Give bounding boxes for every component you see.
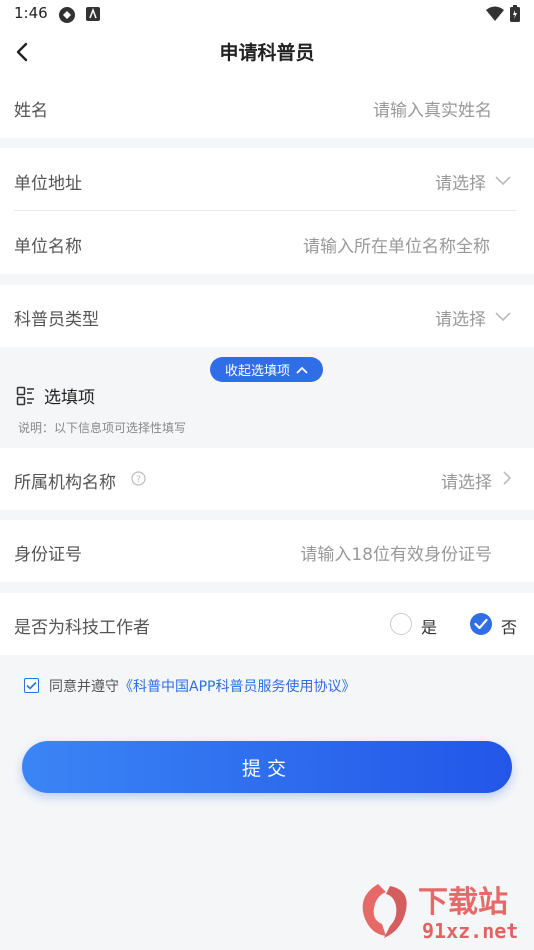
divider <box>14 210 516 211</box>
text-notification-icon <box>86 6 100 25</box>
staff-type-select[interactable]: 请选择 <box>435 305 486 330</box>
id-number-row[interactable]: 身份证号 请输入18位有效身份证号 <box>0 520 534 582</box>
optional-note: 说明：以下信息项可选择性填写 <box>18 421 187 435</box>
app-bar: 申请科普员 <box>0 28 534 76</box>
org-name-select[interactable]: 请选择 <box>441 468 492 493</box>
org-name-row[interactable]: 所属机构名称 ? 请选择 <box>0 448 534 510</box>
unit-section: 单位地址 请选择 单位名称 请输入所在单位名称全称 <box>0 148 534 274</box>
id-number-input[interactable]: 请输入18位有效身份证号 <box>300 540 492 565</box>
staff-type-row[interactable]: 科普员类型 请选择 <box>0 285 534 347</box>
submit-button[interactable]: 提交 <box>22 741 512 793</box>
agreement-checkbox[interactable] <box>24 678 39 693</box>
battery-icon <box>510 5 520 26</box>
collapse-label: 收起选填项 <box>224 364 290 379</box>
status-indicators <box>486 5 520 26</box>
org-name-label: 所属机构名称 <box>14 473 116 493</box>
agreement-text: 同意并遵守《科普中国APP科普员服务使用协议》 <box>49 676 355 696</box>
staff-type-label: 科普员类型 <box>14 310 99 330</box>
chevron-up-icon <box>296 366 308 374</box>
check-icon <box>474 618 488 630</box>
chevron-down-icon[interactable] <box>494 308 512 327</box>
chevron-down-icon[interactable] <box>494 172 512 191</box>
status-time: 1:46 <box>14 4 48 22</box>
tech-worker-row: 是否为科技工作者 是 否 <box>0 593 534 655</box>
form-list-icon <box>16 386 34 405</box>
tech-worker-label: 是否为科技工作者 <box>14 618 150 638</box>
check-icon <box>26 681 37 690</box>
name-input[interactable]: 请输入真实姓名 <box>373 96 492 121</box>
agreement-prefix: 同意并遵守 <box>49 679 119 695</box>
name-label: 姓名 <box>14 101 48 121</box>
collapse-optional-button[interactable]: 收起选填项 <box>210 357 323 382</box>
radio-yes[interactable] <box>390 613 412 635</box>
id-number-label: 身份证号 <box>14 545 82 565</box>
watermark-logo: 下载站 91xz.net <box>356 876 526 946</box>
watermark-text: 下载站 <box>418 885 508 920</box>
watermark-site: 91xz.net <box>422 919 518 943</box>
wifi-icon <box>486 6 504 26</box>
status-bar: 1:46 <box>0 0 534 28</box>
unit-name-label: 单位名称 <box>14 237 82 257</box>
page-title: 申请科普员 <box>219 42 315 64</box>
radio-yes-label: 是 <box>421 618 438 637</box>
unit-name-input[interactable]: 请输入所在单位名称全称 <box>303 232 490 257</box>
svg-text:?: ? <box>136 475 141 485</box>
radio-no-label: 否 <box>501 618 518 637</box>
agreement-link[interactable]: 《科普中国APP科普员服务使用协议》 <box>119 679 355 695</box>
name-row[interactable]: 姓名 请输入真实姓名 <box>0 76 534 138</box>
optional-title: 选填项 <box>44 388 95 408</box>
radio-no[interactable] <box>470 613 492 635</box>
optional-heading: 选填项 <box>16 383 95 408</box>
chevron-right-icon[interactable] <box>502 470 512 490</box>
unit-address-select[interactable]: 请选择 <box>435 169 486 194</box>
help-icon[interactable]: ? <box>131 471 146 490</box>
app-notification-icon <box>58 6 76 28</box>
unit-address-label: 单位地址 <box>14 174 82 194</box>
